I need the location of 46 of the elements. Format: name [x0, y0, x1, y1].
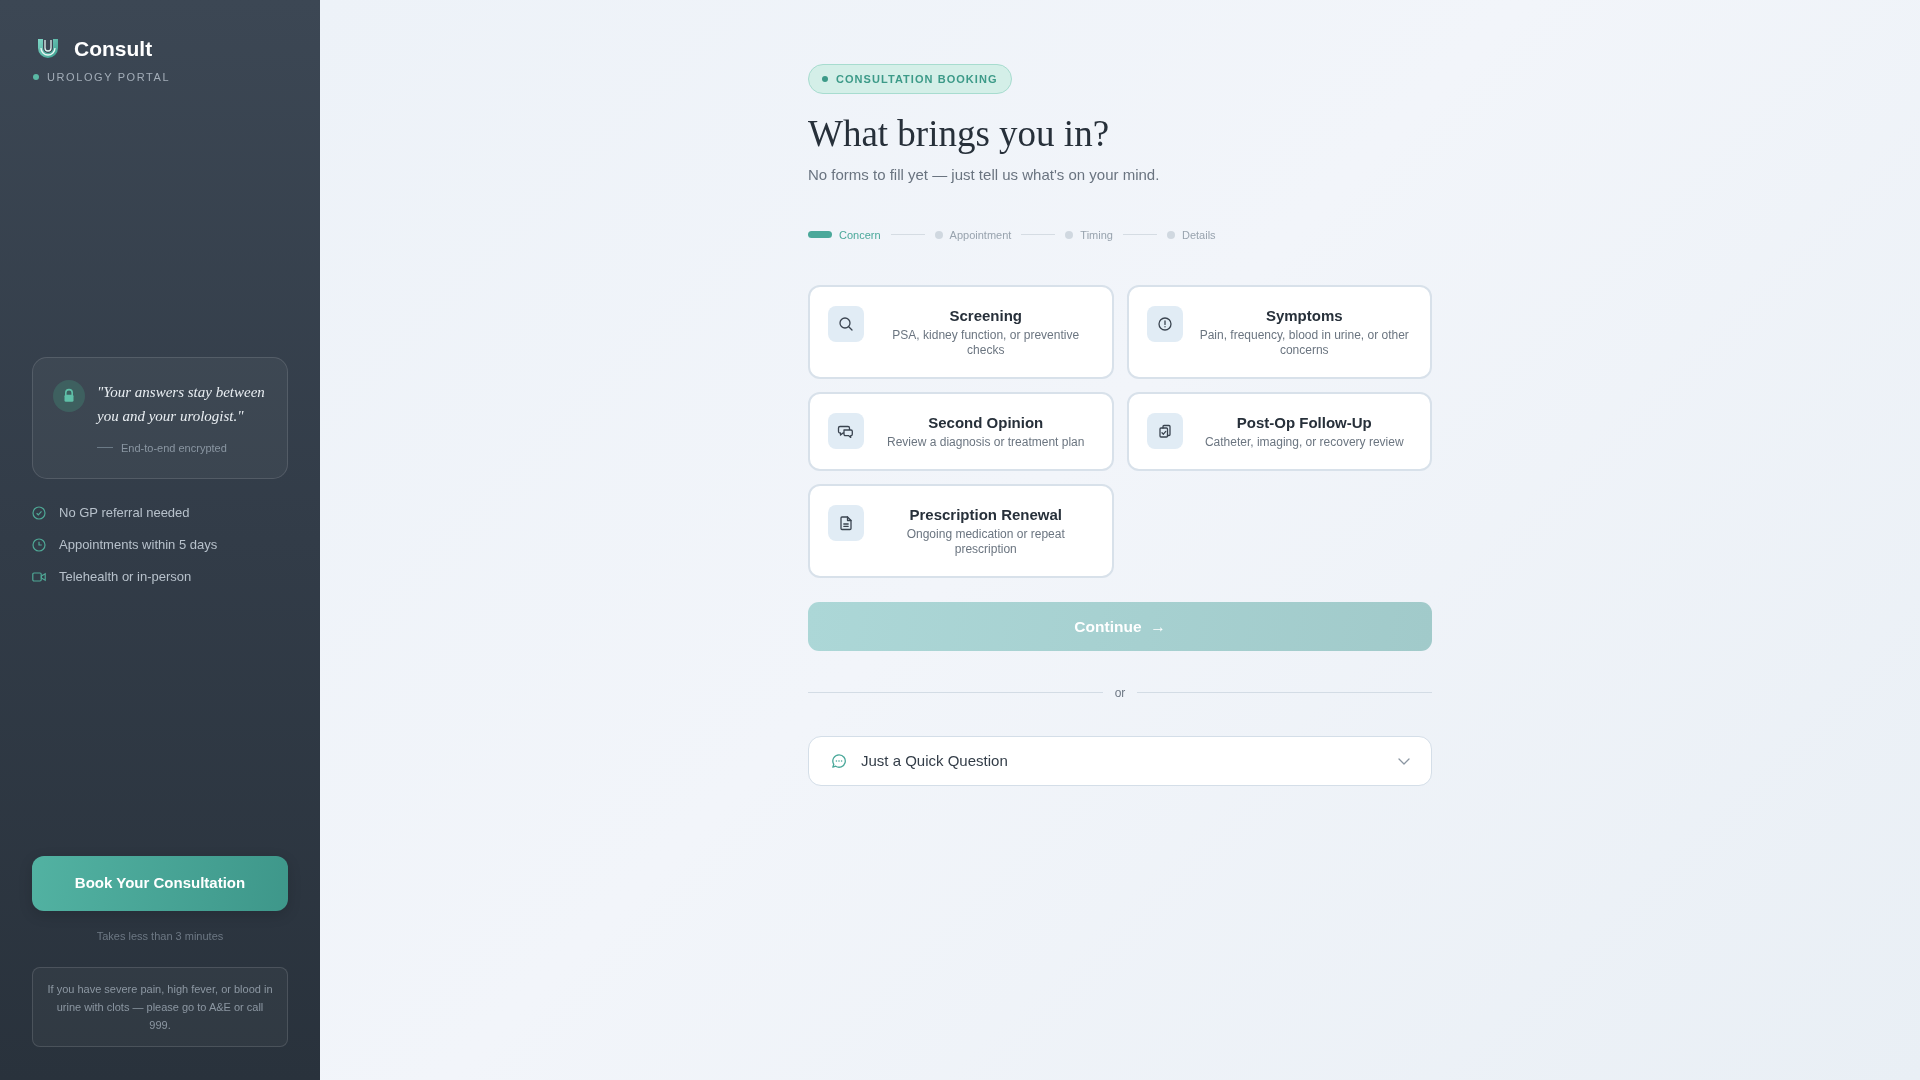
divider-label: or — [1114, 684, 1126, 702]
option-title: Second Opinion — [927, 412, 1045, 432]
video-camera-icon — [32, 570, 46, 584]
feature-text: No GP referral needed — [59, 505, 190, 521]
page-title: What brings you in? — [808, 112, 1111, 156]
option-description: Ongoing medication or repeat prescription — [905, 526, 1066, 557]
clipboard-check-icon — [1146, 412, 1183, 449]
option-description: Pain, frequency, blood in urine, or other concerns — [1198, 327, 1410, 358]
feature-text: Appointments within 5 days — [59, 537, 218, 553]
feature-text: Telehealth or in-person — [59, 569, 192, 585]
step-label: Appointment — [949, 227, 1012, 243]
lock-icon — [53, 379, 85, 412]
dash-icon — [97, 447, 113, 449]
check-circle-icon — [32, 506, 46, 520]
status-dot-icon — [33, 74, 39, 81]
emergency-notice: If you have severe pain, high fever, or blood in urine with clots — please go to A&E or call 999. — [32, 967, 288, 1047]
option-description: Review a diagnosis or treatment plan — [886, 434, 1086, 450]
logo-icon — [36, 36, 60, 60]
option-card[interactable]: Symptoms Pain, frequency, blood in urine, or other concerns — [1126, 284, 1432, 379]
option-title: Screening — [948, 305, 1023, 325]
portal-label: UROLOGY PORTAL — [47, 70, 171, 85]
encryption-caption: End-to-end encrypted — [121, 440, 227, 456]
quick-question-toggle[interactable]: Just a Quick Question — [808, 735, 1432, 786]
option-title: Post-Op Follow-Up — [1235, 412, 1373, 432]
step-label: Timing — [1080, 227, 1113, 243]
chip-dot-icon — [822, 76, 828, 82]
clock-icon — [32, 538, 46, 552]
step-label: Concern — [839, 227, 881, 243]
chat-bubble-icon — [831, 752, 847, 769]
search-icon — [828, 305, 864, 342]
option-card[interactable]: Prescription Renewal Ongoing medication or repeat prescription — [808, 483, 1114, 578]
time-note: Takes less than 3 minutes — [96, 930, 224, 942]
option-title: Symptoms — [1264, 305, 1344, 325]
page-subtitle: No forms to fill yet — just tell us what's on your mind. — [808, 165, 1161, 186]
document-icon — [828, 504, 864, 541]
option-description: PSA, kidney function, or preventive checks — [891, 327, 1081, 358]
option-title: Prescription Renewal — [908, 504, 1064, 524]
chip-label: CONSULTATION BOOKING — [836, 71, 998, 87]
quote-text: "Your answers stay between you and your urologist." — [97, 382, 266, 426]
option-description: Catheter, imaging, or recovery review — [1203, 434, 1405, 450]
option-card[interactable]: Screening PSA, kidney function, or preventive checks — [808, 284, 1114, 379]
option-card[interactable]: Second Opinion Review a diagnosis or treatment plan — [808, 391, 1114, 471]
step-label: Details — [1181, 227, 1216, 243]
brand-name: Consult — [74, 37, 153, 59]
option-card[interactable]: Post-Op Follow-Up Catheter, imaging, or recovery review — [1126, 391, 1432, 471]
chat-bubbles-icon — [828, 412, 864, 449]
